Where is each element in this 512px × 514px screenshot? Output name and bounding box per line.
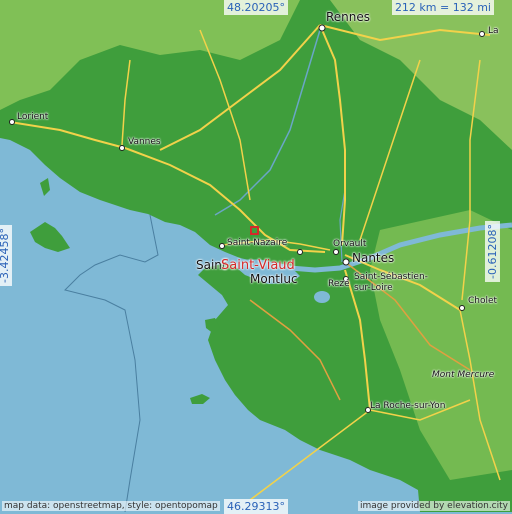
right-longitude-label: -0.61208° (484, 221, 500, 282)
left-longitude-label: -3.42458° (0, 225, 12, 286)
city-label-saint-nazaire: Saint-Nazaire (227, 238, 288, 248)
scale-label: 212 km = 132 mi (391, 0, 494, 15)
city-label-montluc: Montluc (250, 272, 298, 286)
image-credit: image provided by elevation.city (358, 501, 510, 511)
city-label-saint-sebastien: Saint-Sébastien- sur-Loire (354, 272, 428, 293)
map-credit: map data: openstreetmap, style: opentopo… (2, 501, 220, 511)
city-label-orvault: Orvault (333, 239, 367, 249)
city-label-la: La (488, 26, 499, 36)
city-label-reze: Rezé (328, 279, 350, 289)
city-label-cholet: Cholet (468, 296, 498, 306)
main-place-label: Saint-Viaud (221, 258, 295, 273)
city-label-rennes: Rennes (326, 10, 371, 24)
city-label-lorient: Lorient (17, 112, 49, 122)
city-label-vannes: Vannes (128, 137, 161, 147)
city-label-la-roche-sur-yon: La Roche-sur-Yon (370, 401, 446, 411)
city-label-nantes: Nantes (352, 251, 395, 265)
city-label-mont-mercure: Mont Mercure (432, 370, 495, 380)
top-latitude-label: 48.20205° (224, 0, 288, 15)
lac-de-grand-lieu (314, 291, 330, 303)
terrain-map (0, 0, 512, 512)
